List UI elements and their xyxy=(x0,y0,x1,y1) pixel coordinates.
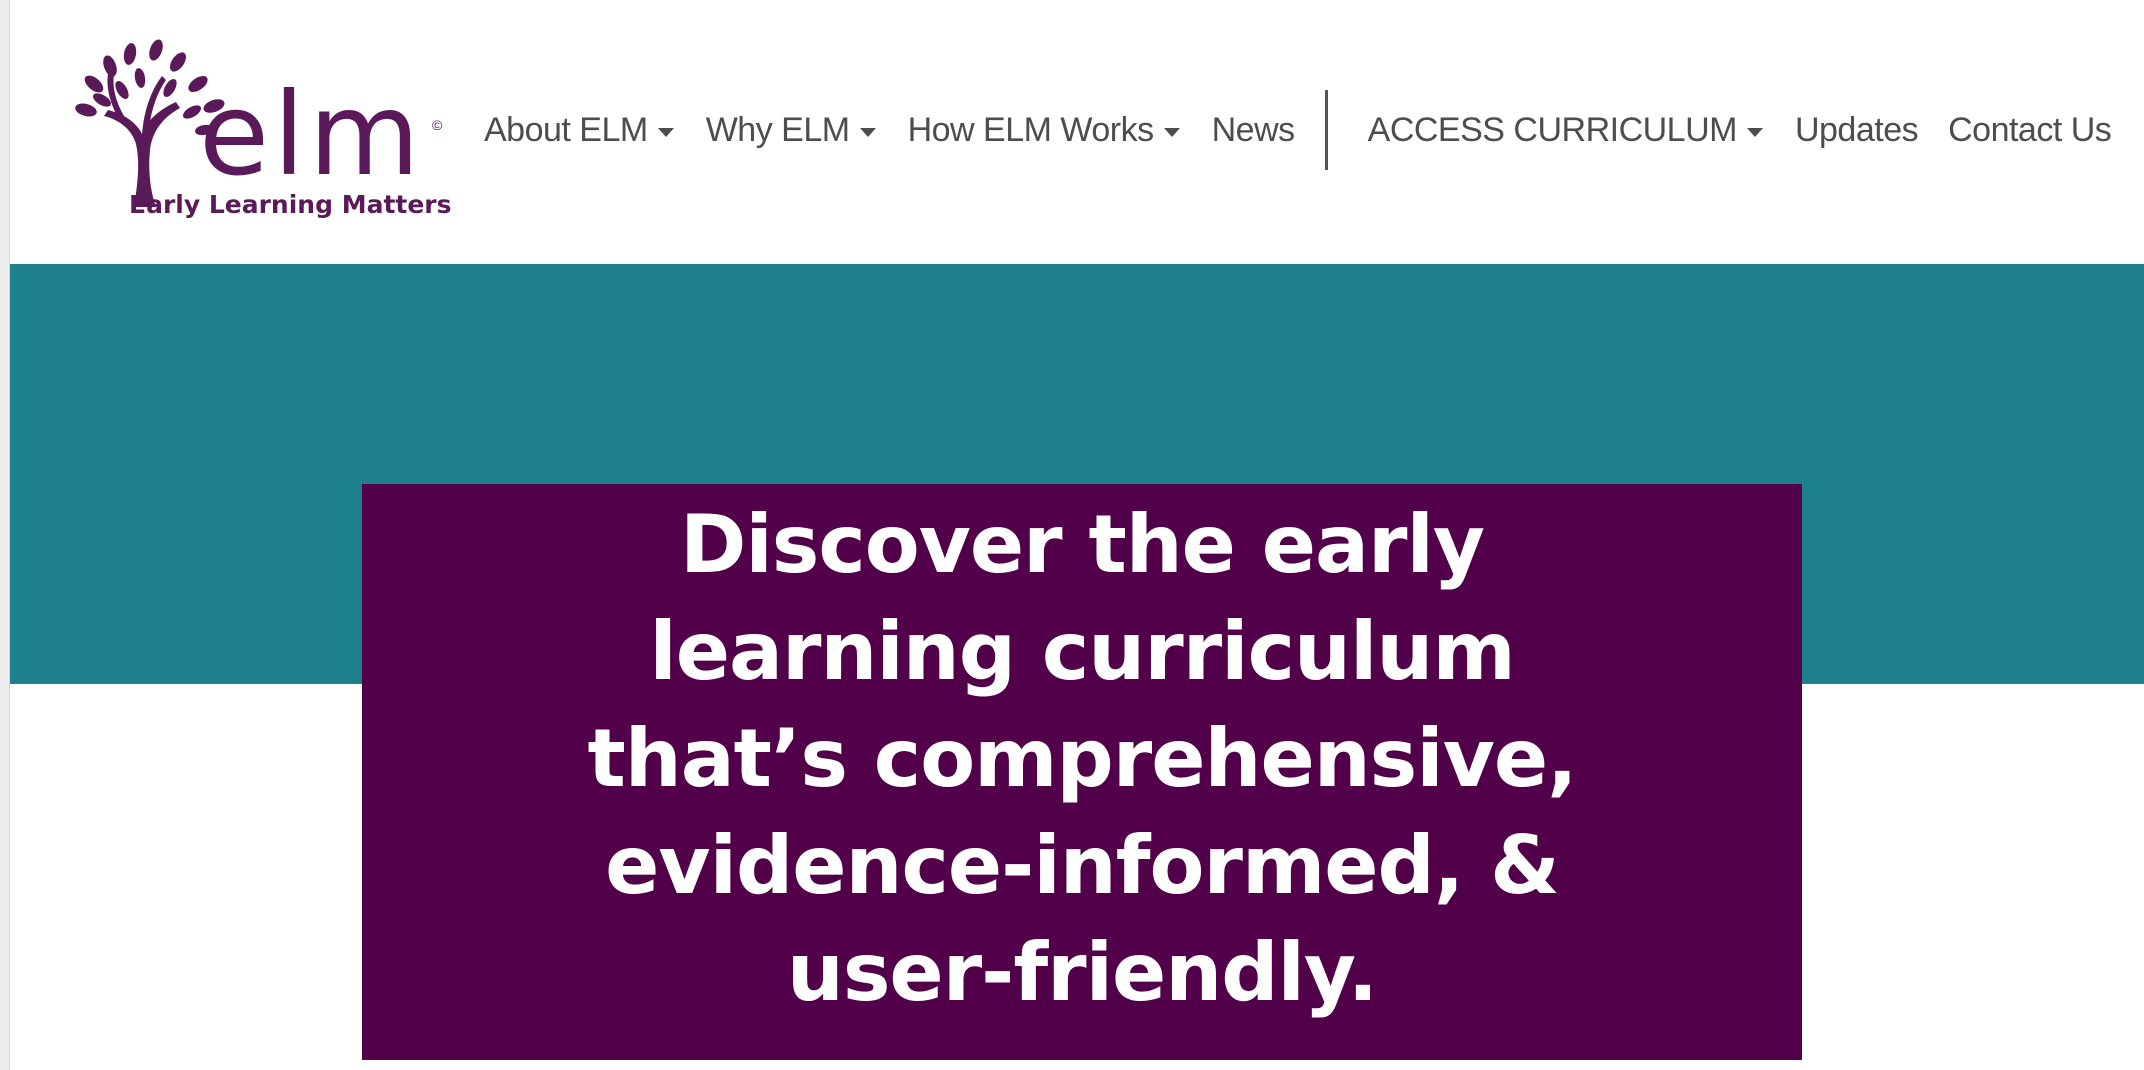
site-logo-link[interactable]: elm © Early Learning Matters xyxy=(74,32,464,232)
window-edge xyxy=(0,0,10,1070)
nav-item-news[interactable]: News xyxy=(1211,110,1296,150)
nav-item-label: How ELM Works xyxy=(907,110,1155,149)
nav-item-updates[interactable]: Updates xyxy=(1794,110,1919,150)
nav-item-label: Contact Us xyxy=(1948,110,2112,149)
nav-item-label: ACCESS CURRICULUM xyxy=(1367,110,1738,149)
nav-item-about-elm[interactable]: About ELM xyxy=(484,111,674,150)
nav-item-contact-us[interactable]: Contact Us xyxy=(1948,110,2112,150)
chevron-down-icon xyxy=(1163,127,1180,137)
chevron-down-icon xyxy=(859,127,876,137)
nav-item-how-elm-works[interactable]: How ELM Works xyxy=(908,111,1180,150)
site-header: elm © Early Learning Matters About ELM W… xyxy=(10,0,2144,264)
nav-divider xyxy=(1324,90,1328,170)
nav-item-label: News xyxy=(1211,110,1296,149)
chevron-down-icon xyxy=(657,127,674,137)
nav-item-label: Why ELM xyxy=(705,110,850,149)
nav-item-access-curriculum[interactable]: ACCESS CURRICULUM xyxy=(1368,111,1763,150)
hero-callout-box: Discover the early learning curriculum t… xyxy=(362,484,1802,1060)
nav-item-why-elm[interactable]: Why ELM xyxy=(706,111,876,150)
main-nav: About ELM Why ELM How ELM Works News ACC… xyxy=(484,90,2112,170)
chevron-down-icon xyxy=(1746,127,1763,137)
hero-heading: Discover the early learning curriculum t… xyxy=(587,497,1578,1019)
nav-item-label: About ELM xyxy=(484,110,648,149)
logo-tagline: Early Learning Matters xyxy=(129,190,452,219)
logo-wordmark: elm xyxy=(199,68,424,201)
logo-copyright-mark: © xyxy=(432,117,443,133)
page: elm © Early Learning Matters About ELM W… xyxy=(0,0,2144,1070)
nav-item-label: Updates xyxy=(1794,110,1919,149)
